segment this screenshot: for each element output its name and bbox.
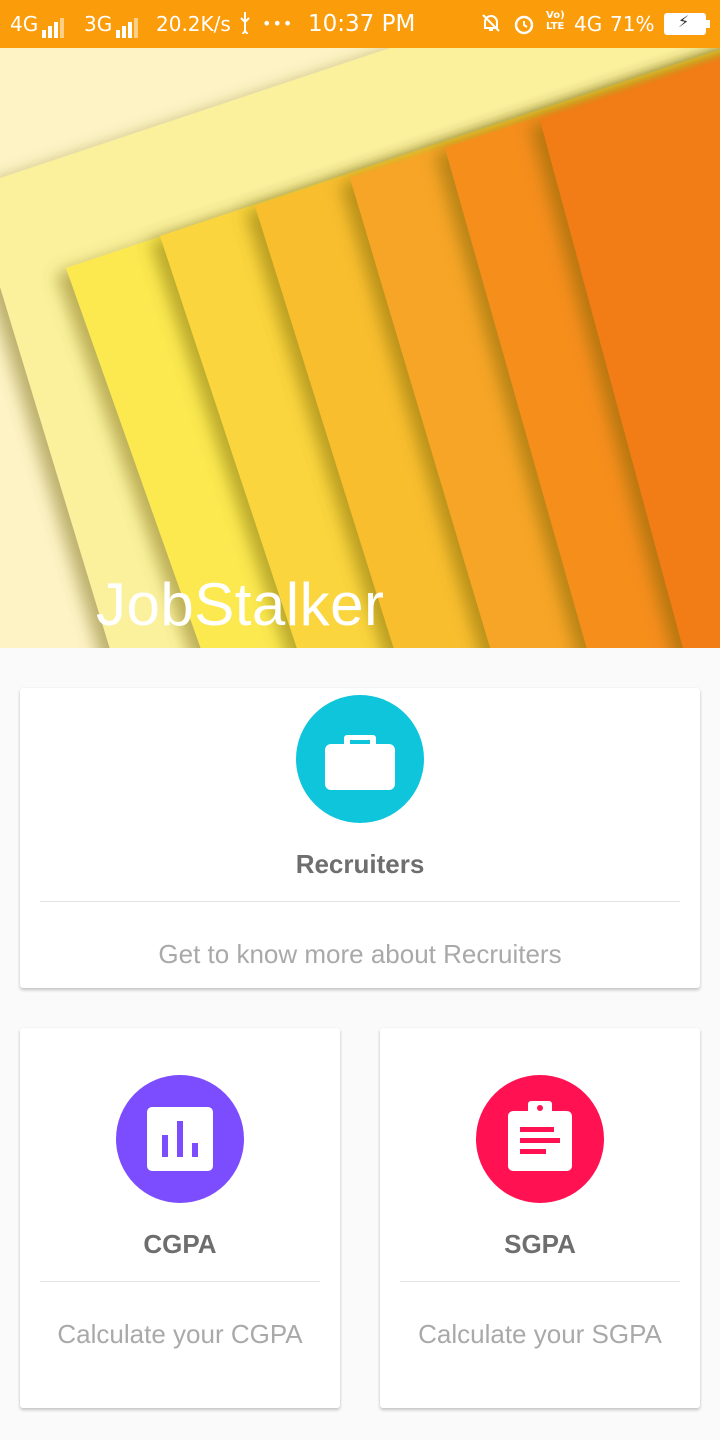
app-title: JobStalker [96,571,385,638]
status-bar: 4G 3G 20.2K/s ••• 10:37 PM Vo) LTE 4G 71%… [0,0,720,48]
clock-time: 10:37 PM [308,11,416,37]
sgpa-title: SGPA [504,1229,576,1259]
recruiters-title: Recruiters [295,849,425,879]
clipboard-icon [508,1101,572,1171]
header-banner: JobStalker [0,48,720,648]
cgpa-card[interactable]: CGPA Calculate your CGPA [20,1028,340,1408]
divider [40,1281,320,1282]
network-type-2: 3G [84,12,140,38]
cgpa-subtitle: Calculate your CGPA [57,1319,303,1349]
sgpa-icon-circle [476,1075,604,1203]
banner-background [0,48,720,648]
battery-percent: 71% [610,12,655,36]
recruiters-card[interactable]: Recruiters Get to know more about Recrui… [20,688,700,988]
network-speed: 20.2K/s [156,12,231,36]
recruiters-icon-circle [296,695,424,823]
signal-icon [42,14,66,38]
cgpa-icon-circle [116,1075,244,1203]
cgpa-title: CGPA [143,1229,217,1259]
more-notifications-icon: ••• [262,14,294,33]
sgpa-subtitle: Calculate your SGPA [418,1319,662,1349]
divider [400,1281,680,1282]
signal-icon [116,14,140,38]
battery-icon: ⚡ [664,12,710,35]
bar-chart-icon [147,1107,213,1171]
briefcase-icon [325,735,395,790]
usb-icon [238,12,252,39]
notifications-off-icon [480,12,502,39]
alarm-icon [512,12,536,41]
divider [40,901,680,902]
recruiters-subtitle: Get to know more about Recruiters [158,939,562,969]
sgpa-card[interactable]: SGPA Calculate your SGPA [380,1028,700,1408]
network-type-1: 4G [10,12,66,38]
volte-icon: Vo) LTE [546,10,565,32]
network-type-3: 4G [574,12,603,36]
